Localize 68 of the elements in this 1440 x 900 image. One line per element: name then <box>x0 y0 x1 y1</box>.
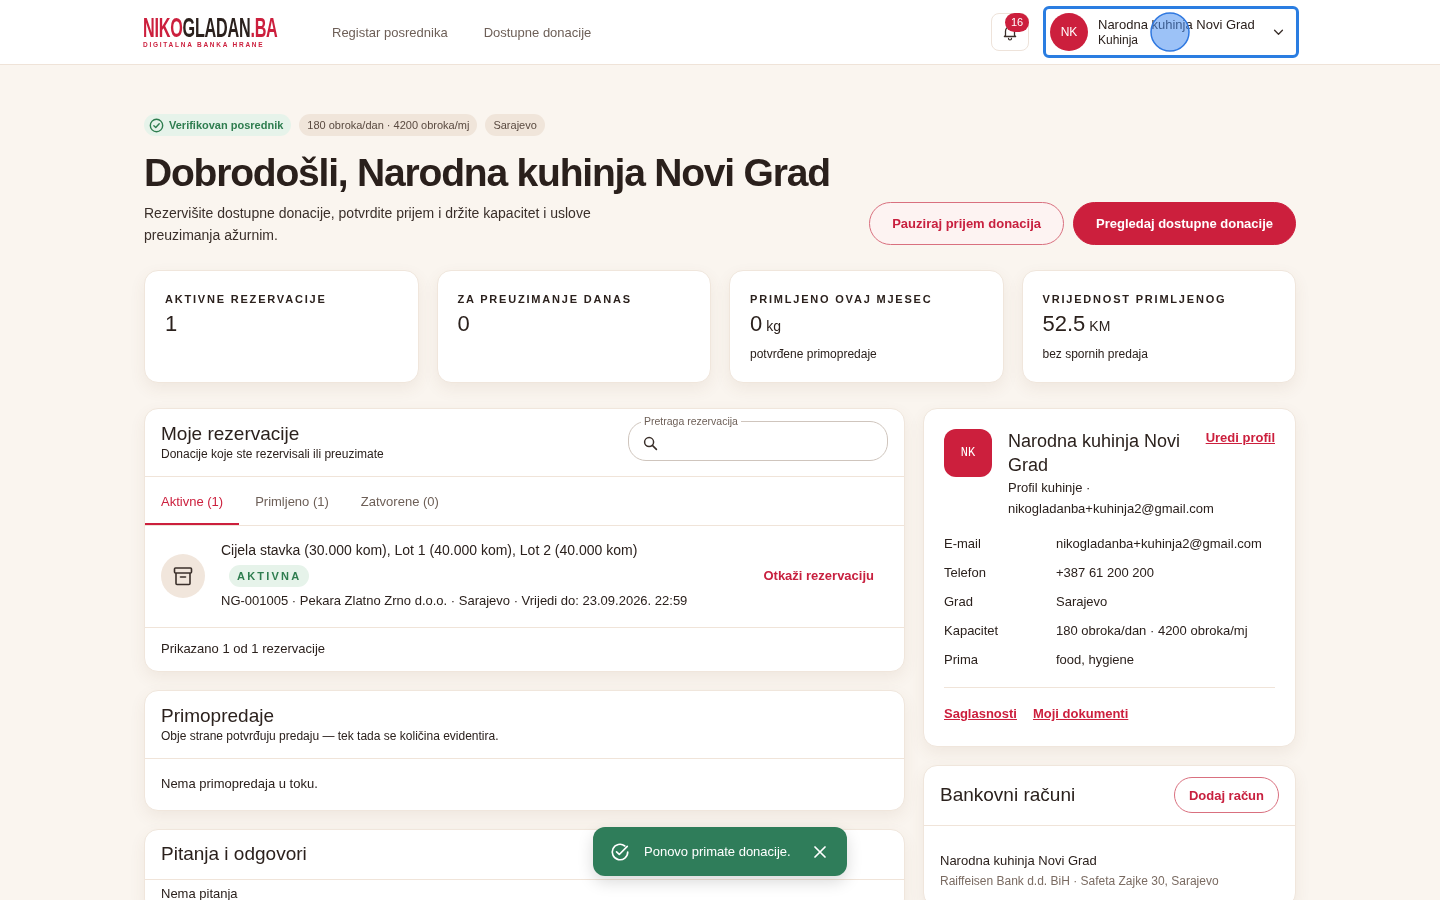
stat-note: bez spornih predaja <box>1042 346 1149 362</box>
account-details: Raiffeisen Bank d.d. BiH · Safeta Zajke 30, Sarajevo <box>940 873 1220 890</box>
tab[interactable]: Primljeno (1) <box>239 477 345 525</box>
page-intro: Rezervišite dostupne donacije, potvrdite prijem i držite kapacitet i uslove preuzimanja ažurnim. <box>144 204 592 245</box>
detail-value: Sarajevo <box>1056 593 1109 611</box>
detail-label: Prima <box>944 651 979 669</box>
detail-value: food, hygiene <box>1056 651 1136 669</box>
results-count: Prikazano 1 od 1 rezervacije <box>160 640 327 658</box>
check-circle-icon <box>610 841 630 862</box>
avatar: NK <box>1050 13 1088 51</box>
chevron-down-icon <box>1273 28 1284 36</box>
status-badge: AKTIVNA <box>229 565 310 587</box>
stat-value: 0 kg <box>750 310 783 338</box>
stat-label: VRIJEDNOST PRIMLJENOG <box>1042 292 1228 306</box>
reservation-title: Cijela stavka (30.000 kom), Lot 1 (40.000 kom), Lot 2 (40.000 kom) <box>221 541 638 560</box>
detail-label: Grad <box>944 593 974 611</box>
info-badge: Sarajevo <box>485 114 545 136</box>
profile-link[interactable]: Moji dokumenti <box>1032 704 1129 724</box>
archive-box-icon <box>161 553 205 598</box>
toast-message: Ponovo primate donacije. <box>644 844 792 859</box>
close-icon <box>814 845 826 858</box>
profile-link[interactable]: Saglasnosti <box>944 704 1017 724</box>
detail-label: Telefon <box>944 564 987 582</box>
add-account-button[interactable]: Dodaj račun <box>1173 777 1279 813</box>
tab[interactable]: Zatvorene (0) <box>344 477 455 525</box>
account-holder: Narodna kuhinja Novi Grad <box>940 852 1098 870</box>
check-circle-icon <box>149 117 164 133</box>
detail-label: Kapacitet <box>944 622 1000 640</box>
close-button[interactable] <box>813 844 827 859</box>
tab[interactable]: Aktivne (1) <box>145 477 240 525</box>
search-icon <box>643 436 658 451</box>
detail-value: +387 61 200 200 <box>1056 564 1155 582</box>
stat-label: ZA PREUZIMANJE DANAS <box>457 292 633 306</box>
cancel-reservation-link[interactable]: Otkaži rezervaciju <box>763 568 874 583</box>
panel-title: Moje rezervacije <box>161 422 301 446</box>
profile-subtitle: Profil kuhinje · nikogladanba+kuhinja2@gmail.com <box>1008 479 1215 518</box>
panel-title: Pitanja i odgovori <box>161 842 307 866</box>
stat-label: PRIMLJENO OVAJ MJESEC <box>750 292 934 306</box>
profile-avatar: NK <box>944 429 992 477</box>
panel-title: Bankovni računi <box>940 783 1076 807</box>
stat-value: 0 <box>457 310 471 338</box>
edit-profile-link[interactable]: Uredi profil <box>1205 429 1275 447</box>
detail-label: E-mail <box>944 535 982 553</box>
detail-value: nikogladanba+kuhinja2@gmail.com <box>1056 535 1263 553</box>
info-badge: 180 obroka/dan · 4200 obroka/mj <box>299 114 478 136</box>
stat-value: 52.5 KM <box>1042 310 1112 338</box>
panel-title: Primopredaje <box>161 704 275 728</box>
account-menu-button[interactable]: NK Narodna kuhinja Novi Grad Kuhinja <box>1043 6 1299 58</box>
search-field[interactable]: Pretraga rezervacija <box>628 415 888 461</box>
panel-subtitle: Donacije koje ste rezervisali ili preuzimate <box>161 446 384 462</box>
nav-link[interactable]: Registar posrednika <box>332 24 448 40</box>
stat-label: AKTIVNE REZERVACIJE <box>165 292 328 306</box>
nav-link[interactable]: Dostupne donacije <box>483 24 592 40</box>
browse-donations-button[interactable]: Pregledaj dostupne donacije <box>1073 202 1296 245</box>
empty-state-text: Nema primopredaja u toku. <box>160 775 319 793</box>
stat-note: potvrđene primopredaje <box>750 346 878 362</box>
pause-donations-button[interactable]: Pauziraj prijem donacija <box>869 202 1064 245</box>
detail-value: 180 obroka/dan · 4200 obroka/mj <box>1056 622 1249 640</box>
empty-state-text: Nema pitanja <box>160 885 239 900</box>
profile-name: Narodna kuhinja Novi Grad <box>1008 430 1182 477</box>
notification-count-badge: 16 <box>1005 13 1029 32</box>
page-title: Dobrodošli, Narodna kuhinja Novi Grad <box>144 150 831 196</box>
notifications-button[interactable]: 16 <box>991 13 1029 51</box>
reservation-details: NG-001005 · Pekara Zlatno Zrno d.o.o. · Sarajevo · Vrijedi do: 23.09.2026. 22:59 <box>221 592 688 610</box>
panel-subtitle: Obje strane potvrđuju predaju — tek tada se količina evidentira. <box>161 728 499 744</box>
logo-wordmark: NIKOGLADAN.BA <box>143 14 279 41</box>
badge-label: Verifikovan posrednik <box>169 119 284 131</box>
stat-value: 1 <box>165 310 179 338</box>
